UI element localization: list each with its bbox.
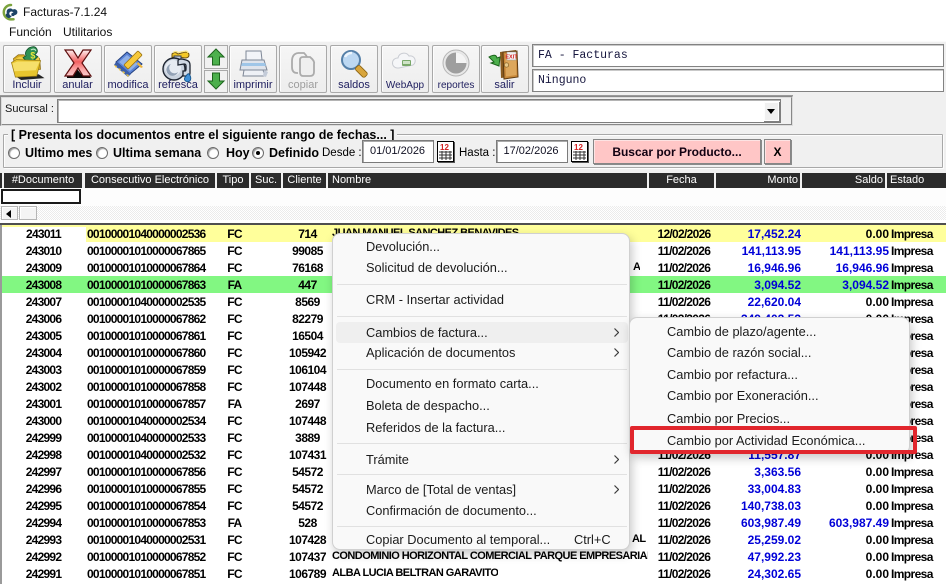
- svg-text:12: 12: [440, 143, 449, 152]
- svg-text:EXIT: EXIT: [505, 55, 518, 61]
- svg-text:12: 12: [574, 143, 583, 152]
- svg-text:$: $: [30, 51, 35, 61]
